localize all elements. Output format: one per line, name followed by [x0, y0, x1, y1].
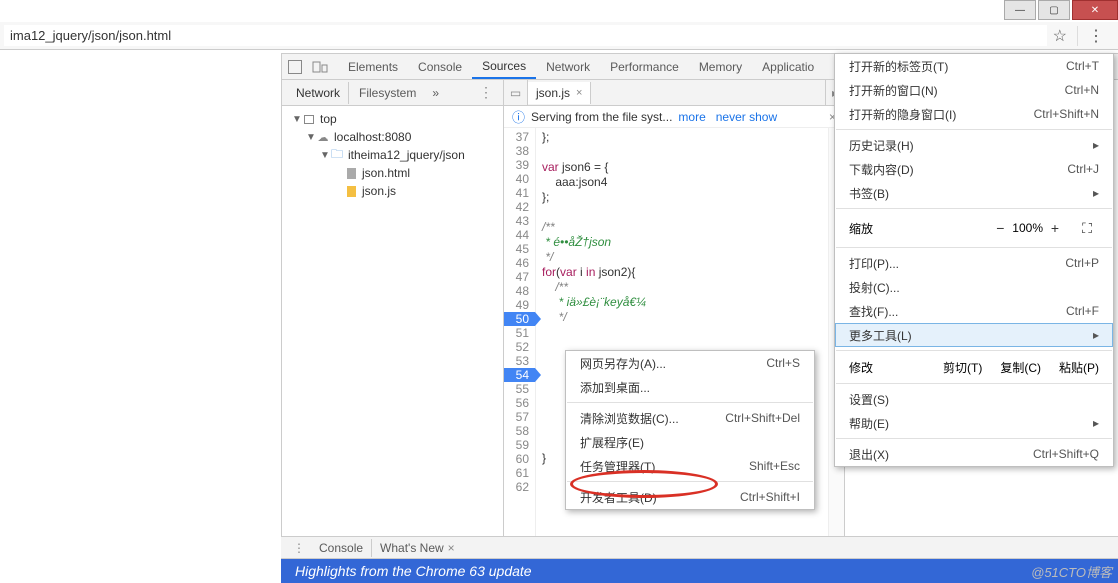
- tree-top[interactable]: ▼top: [282, 110, 503, 128]
- nav-tab-kebab-icon[interactable]: ⋮: [475, 84, 497, 101]
- tab-sources[interactable]: Sources: [472, 55, 536, 79]
- menu-add-to-desktop[interactable]: 添加到桌面...: [566, 375, 814, 399]
- more-tools-submenu: 网页另存为(A)...Ctrl+S 添加到桌面... 清除浏览数据(C)...C…: [565, 350, 815, 510]
- tree-file-html[interactable]: json.html: [282, 164, 503, 182]
- editor-tab-jsonjs[interactable]: json.js ×: [528, 82, 591, 104]
- menu-clear-browsing-data[interactable]: 清除浏览数据(C)...Ctrl+Shift+Del: [566, 406, 814, 430]
- sources-navigator: Network Filesystem » ⋮ ▼top ▼☁localhost:…: [282, 80, 504, 583]
- menu-incognito[interactable]: 打开新的隐身窗口(I)Ctrl+Shift+N: [835, 102, 1113, 126]
- info-text: Serving from the file syst...: [531, 110, 672, 124]
- drawer-tab-console[interactable]: Console: [311, 539, 371, 557]
- zoom-out-button[interactable]: −: [988, 220, 1012, 236]
- chrome-main-menu: 打开新的标签页(T)Ctrl+T 打开新的窗口(N)Ctrl+N 打开新的隐身窗…: [834, 53, 1114, 467]
- menu-print[interactable]: 打印(P)...Ctrl+P: [835, 251, 1113, 275]
- tab-memory[interactable]: Memory: [689, 56, 752, 78]
- whatsnew-headline: Highlights from the Chrome 63 update: [281, 559, 1118, 583]
- nav-tab-filesystem[interactable]: Filesystem: [348, 82, 424, 104]
- zoom-label: 缩放: [849, 220, 873, 237]
- menu-more-tools[interactable]: 更多工具(L)▸: [835, 323, 1113, 347]
- menu-cast[interactable]: 投射(C)...: [835, 275, 1113, 299]
- bookmark-star-icon[interactable]: ☆: [1047, 26, 1073, 46]
- menu-help[interactable]: 帮助(E)▸: [835, 411, 1113, 435]
- menu-new-window[interactable]: 打开新的窗口(N)Ctrl+N: [835, 78, 1113, 102]
- fullscreen-icon[interactable]: ⛶: [1075, 220, 1099, 237]
- window-close[interactable]: ✕: [1072, 0, 1118, 20]
- drawer-tab-whatsnew[interactable]: What's New×: [371, 539, 463, 557]
- tree-folder-label: itheima12_jquery/json: [348, 148, 465, 162]
- menu-settings[interactable]: 设置(S): [835, 387, 1113, 411]
- tree-top-label: top: [320, 112, 337, 126]
- menu-history[interactable]: 历史记录(H)▸: [835, 133, 1113, 157]
- menu-cut[interactable]: 剪切(T): [943, 359, 982, 376]
- close-icon[interactable]: ×: [448, 541, 455, 555]
- window-minimize[interactable]: —: [1004, 0, 1036, 20]
- nav-tab-more[interactable]: »: [424, 82, 447, 104]
- editor-tab-label: json.js: [536, 86, 570, 100]
- tab-network[interactable]: Network: [536, 56, 600, 78]
- menu-edit-row: 修改 剪切(T) 复制(C) 粘贴(P): [835, 354, 1113, 380]
- zoom-in-button[interactable]: +: [1043, 220, 1067, 236]
- tree-host[interactable]: ▼☁localhost:8080: [282, 128, 503, 146]
- edit-label: 修改: [849, 359, 873, 376]
- info-more-link[interactable]: more: [678, 110, 705, 124]
- info-icon: ⓘ: [512, 107, 525, 126]
- menu-task-manager[interactable]: 任务管理器(T)Shift+Esc: [566, 454, 814, 478]
- tree-file-js-label: json.js: [362, 184, 396, 198]
- menu-find[interactable]: 查找(F)...Ctrl+F: [835, 299, 1113, 323]
- zoom-value: 100%: [1012, 221, 1043, 235]
- line-gutter[interactable]: 3738394041424344454647484950515253545556…: [504, 128, 536, 561]
- tab-application[interactable]: Applicatio: [752, 56, 824, 78]
- tree-host-label: localhost:8080: [334, 130, 411, 144]
- menu-extensions[interactable]: 扩展程序(E): [566, 430, 814, 454]
- tree-folder[interactable]: ▼🗀itheima12_jquery/json: [282, 146, 503, 164]
- tab-console[interactable]: Console: [408, 56, 472, 78]
- nav-tab-network[interactable]: Network: [288, 82, 348, 104]
- tab-performance[interactable]: Performance: [600, 56, 689, 78]
- editor-files-icon[interactable]: ▭: [504, 80, 528, 105]
- menu-copy[interactable]: 复制(C): [1000, 359, 1041, 376]
- window-maximize[interactable]: ▢: [1038, 0, 1070, 20]
- menu-developer-tools[interactable]: 开发者工具(D)Ctrl+Shift+I: [566, 485, 814, 509]
- tab-elements[interactable]: Elements: [338, 56, 408, 78]
- close-tab-icon[interactable]: ×: [576, 87, 582, 99]
- menu-paste[interactable]: 粘贴(P): [1059, 359, 1099, 376]
- chrome-menu-button[interactable]: ⋮: [1077, 26, 1114, 46]
- menu-exit[interactable]: 退出(X)Ctrl+Shift+Q: [835, 442, 1113, 466]
- url-input[interactable]: [4, 25, 1047, 46]
- info-never-link[interactable]: never show: [716, 110, 777, 124]
- devtools-drawer: ⋮ Console What's New× Highlights from th…: [281, 536, 1118, 583]
- menu-downloads[interactable]: 下载内容(D)Ctrl+J: [835, 157, 1113, 181]
- tree-file-html-label: json.html: [362, 166, 410, 180]
- drawer-kebab-icon[interactable]: ⋮: [287, 541, 311, 555]
- editor-infobar: ⓘ Serving from the file syst... more nev…: [504, 106, 844, 128]
- tree-file-js[interactable]: json.js: [282, 182, 503, 200]
- menu-zoom: 缩放 − 100% + ⛶: [835, 212, 1113, 244]
- menu-bookmarks[interactable]: 书签(B)▸: [835, 181, 1113, 205]
- inspect-icon[interactable]: [288, 60, 312, 74]
- address-bar: ☆ ⋮: [0, 22, 1118, 50]
- menu-new-tab[interactable]: 打开新的标签页(T)Ctrl+T: [835, 54, 1113, 78]
- menu-save-page-as[interactable]: 网页另存为(A)...Ctrl+S: [566, 351, 814, 375]
- device-toolbar-icon[interactable]: [312, 60, 338, 74]
